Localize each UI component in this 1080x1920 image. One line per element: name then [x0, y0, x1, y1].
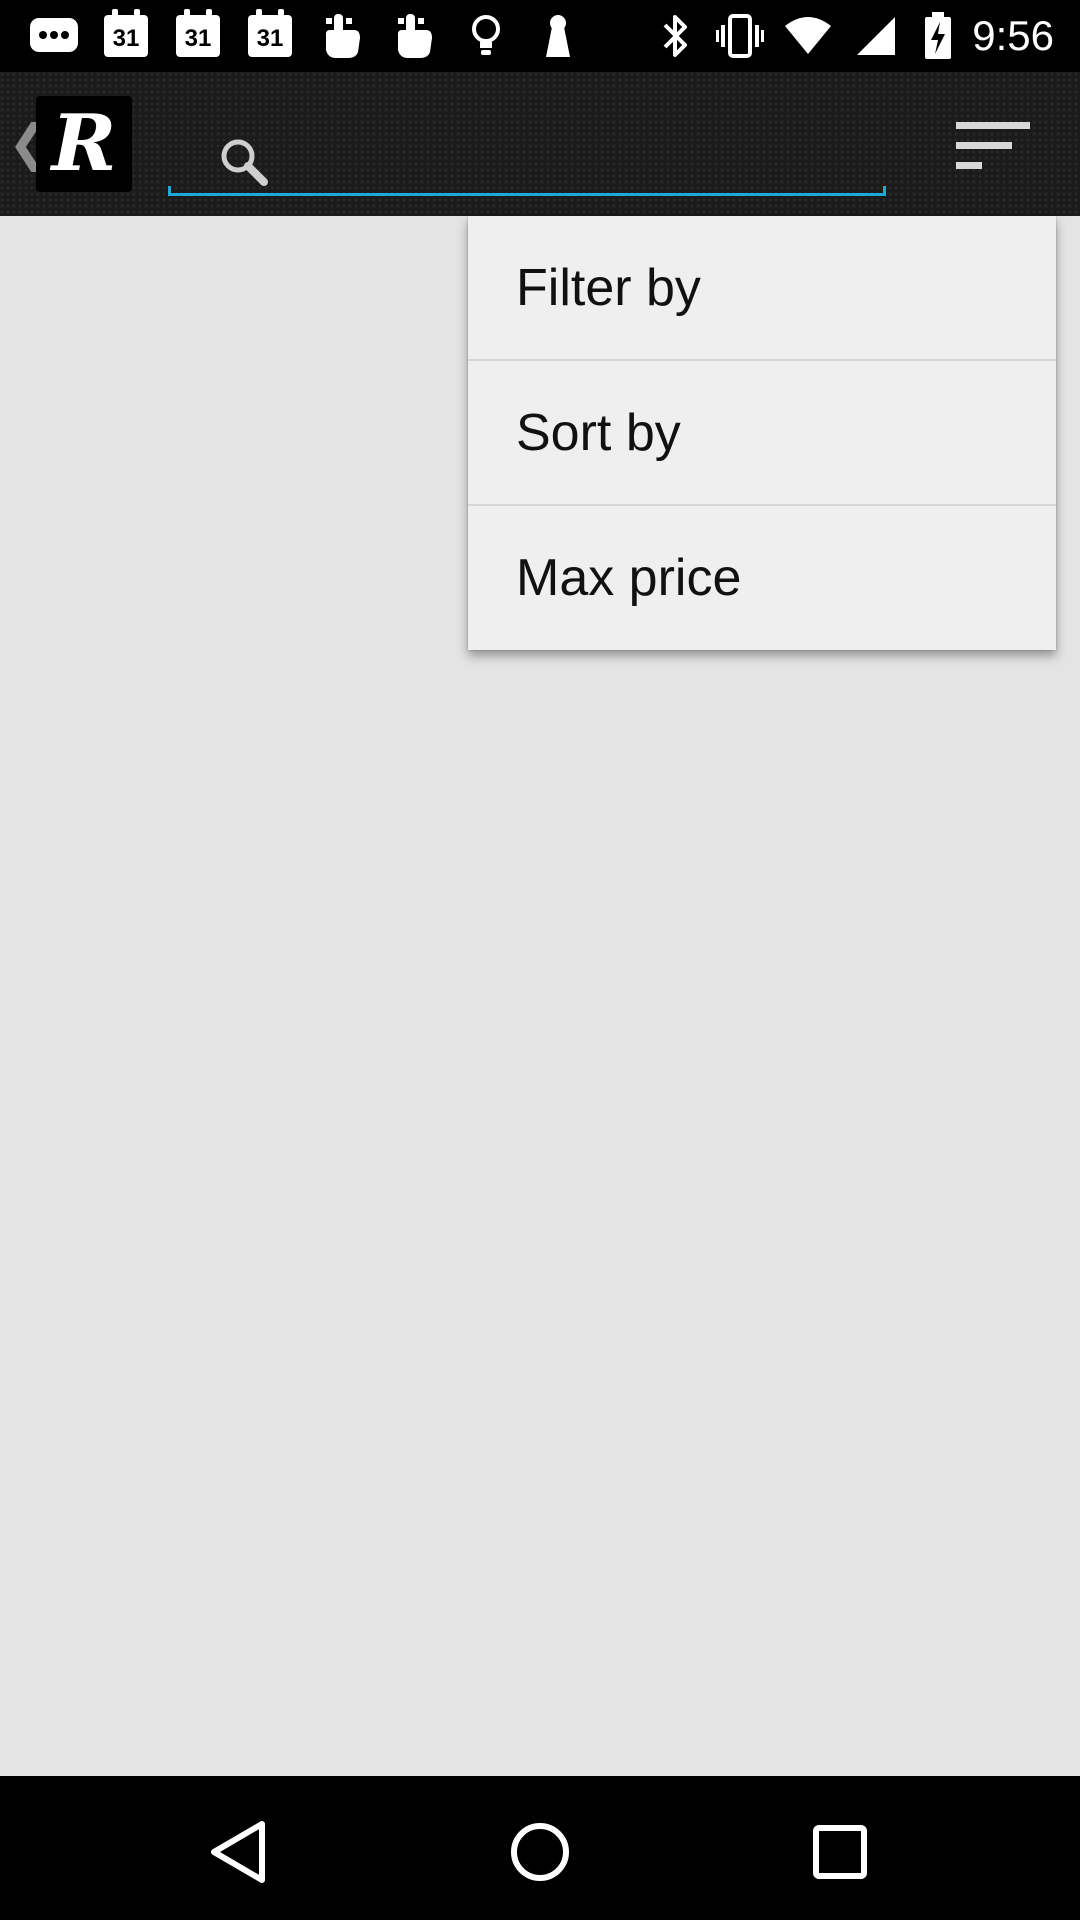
signal-icon	[850, 12, 902, 60]
touch-icon	[388, 12, 440, 60]
app-logo[interactable]: R	[36, 96, 132, 192]
lightbulb-icon	[460, 12, 512, 60]
search-icon	[221, 139, 268, 186]
search-underline	[168, 186, 886, 196]
battery-icon	[912, 12, 964, 60]
search-bar[interactable]	[168, 112, 888, 196]
recents-icon[interactable]	[800, 1812, 880, 1892]
touch-icon	[316, 12, 368, 60]
back-icon[interactable]	[200, 1812, 280, 1892]
calendar-icon: 31	[244, 9, 296, 60]
bluetooth-icon	[650, 12, 702, 60]
action-bar: ❮ R	[0, 72, 1080, 217]
options-dropdown-menu: Filter by Sort by Max price	[468, 216, 1056, 650]
keyhole-icon	[532, 12, 584, 60]
calendar-day-text: 31	[176, 9, 220, 57]
chat-icon	[28, 12, 80, 60]
wifi-icon	[782, 12, 834, 60]
status-time: 9:56	[972, 12, 1054, 59]
status-bar: 31 31 31 9:56	[0, 0, 1080, 72]
app-logo-letter: R	[51, 98, 117, 189]
search-input[interactable]	[278, 126, 872, 188]
menu-item-sort-by[interactable]: Sort by	[468, 361, 1056, 506]
vibrate-icon	[714, 12, 766, 60]
menu-item-max-price[interactable]: Max price	[468, 506, 1056, 650]
calendar-day-text: 31	[104, 9, 148, 57]
calendar-day-text: 31	[248, 9, 292, 57]
menu-item-filter-by[interactable]: Filter by	[468, 216, 1056, 361]
filter-menu-button[interactable]	[946, 114, 1032, 178]
navigation-bar	[0, 1776, 1080, 1920]
home-icon[interactable]	[500, 1812, 580, 1892]
calendar-icon: 31	[172, 9, 224, 60]
calendar-icon: 31	[100, 9, 152, 60]
